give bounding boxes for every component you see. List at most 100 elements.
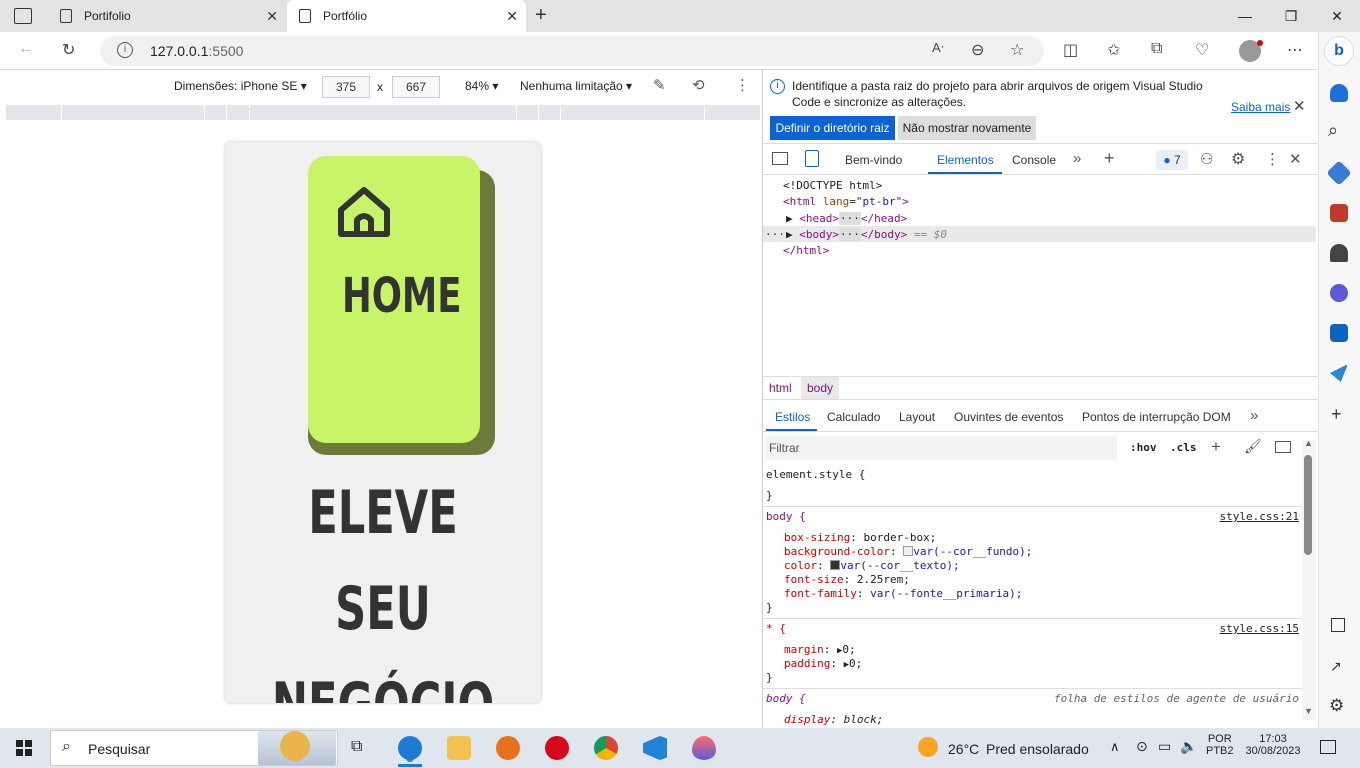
device-emulation-icon[interactable] [805, 150, 819, 167]
rotate-icon[interactable]: ⟲ [692, 76, 705, 94]
zoom-select[interactable]: 84% ▾ [465, 79, 498, 93]
bing-copilot-icon[interactable]: b [1324, 36, 1354, 66]
tab-dom-breakpoints[interactable]: Pontos de interrupção DOM [1082, 410, 1231, 424]
scroll-up-icon[interactable]: ▲ [1304, 438, 1313, 448]
tray-app-icon[interactable]: ⊙ [1136, 738, 1148, 755]
more-tabs-icon[interactable]: » [1073, 150, 1081, 167]
weather-temp[interactable]: 26°C [948, 741, 979, 757]
more-options-icon[interactable]: ⋮ [735, 76, 750, 94]
url-text[interactable]: 127.0.0.1:5500 [150, 43, 243, 59]
hov-toggle[interactable]: :hov [1130, 441, 1157, 454]
favorite-star-icon[interactable]: ☆ [1010, 40, 1024, 60]
eyedropper-icon[interactable]: ✎ [653, 76, 666, 94]
css-property[interactable]: box-sizing: border-box; [784, 531, 936, 544]
opera-icon[interactable] [545, 736, 569, 760]
devtools-more-icon[interactable]: ⋮ [1265, 150, 1280, 168]
dom-html-open[interactable]: <html lang="pt-br"> [783, 195, 909, 208]
style-source-link[interactable]: style.css:15 [1220, 622, 1299, 635]
rule-body-selector[interactable]: body { [766, 510, 806, 523]
tray-chevron-icon[interactable]: ∧ [1110, 739, 1120, 755]
refresh-icon[interactable]: ↻ [62, 40, 75, 60]
device-dimensions-select[interactable]: Dimensões: iPhone SE ▾ [174, 79, 307, 93]
clock[interactable]: 17:03 30/08/2023 [1243, 733, 1303, 757]
color-swatch[interactable] [830, 560, 841, 570]
css-property[interactable]: font-family: var(--fonte__primaria); [784, 587, 1022, 600]
close-devtools-icon[interactable]: ✕ [1289, 150, 1302, 168]
dom-body[interactable]: ▶ <body>···</body> == $0 [786, 228, 947, 241]
close-infobar-icon[interactable]: ✕ [1293, 97, 1306, 115]
tools-briefcase-icon[interactable] [1330, 204, 1348, 222]
tab-styles[interactable]: Estilos [775, 410, 810, 424]
style-source-link[interactable]: style.css:21 [1220, 510, 1299, 523]
favorites-icon[interactable]: ✩ [1107, 40, 1120, 60]
css-property[interactable]: margin: ▶0; [784, 643, 856, 656]
network-icon[interactable]: ▭ [1158, 738, 1171, 755]
tab-console[interactable]: Console [1012, 153, 1056, 167]
notifications-bell-icon[interactable] [1330, 84, 1348, 102]
devtools-settings-icon[interactable]: ⚙ [1231, 149, 1245, 169]
device-height-input[interactable]: 667 [392, 76, 440, 98]
tab-portifolio[interactable]: Portifolio ✕ [48, 0, 286, 32]
weather-text[interactable]: Pred ensolarado [986, 741, 1089, 757]
start-windows-icon[interactable] [16, 740, 32, 756]
breadcrumb-html[interactable]: html [769, 381, 792, 395]
close-tab-icon[interactable]: ✕ [266, 8, 278, 25]
tab-portfolio-active[interactable]: Portfólio ✕ [287, 0, 526, 32]
learn-more-link[interactable]: Saiba mais [1231, 100, 1290, 114]
rule-star-selector[interactable]: * { [766, 622, 786, 635]
tab-event-listeners[interactable]: Ouvintes de eventos [954, 410, 1063, 424]
office-icon[interactable] [1330, 284, 1348, 302]
paint-drop-icon[interactable] [692, 736, 716, 760]
new-rule-icon[interactable]: + [1211, 437, 1221, 457]
css-property[interactable]: padding: ▶0; [784, 657, 862, 670]
rule-ua-selector[interactable]: body { [766, 692, 806, 705]
tab-computed[interactable]: Calculado [827, 410, 880, 424]
back-icon[interactable]: ← [18, 40, 34, 58]
games-icon[interactable] [1330, 244, 1348, 262]
dom-head[interactable]: ▶ <head>···</head> [786, 212, 907, 225]
set-root-dir-button[interactable]: Definir o diretório raiz [770, 116, 895, 140]
inspect-element-icon[interactable] [772, 152, 788, 165]
sidebar-toggle-icon[interactable] [1331, 618, 1345, 632]
tab-layout[interactable]: Layout [899, 410, 935, 424]
tab-actions-icon[interactable] [14, 8, 32, 24]
css-property[interactable]: color: var(--cor__texto); [784, 559, 960, 572]
issues-badge[interactable]: ● 7 [1156, 150, 1188, 170]
scroll-down-icon[interactable]: ▼ [1304, 706, 1313, 716]
collections-icon[interactable]: ⧉ [1151, 40, 1162, 58]
settings-gear-icon[interactable]: ⚙ [1329, 696, 1344, 716]
task-view-icon[interactable]: ⧉ [351, 738, 362, 756]
new-tab-button[interactable]: + [535, 4, 547, 27]
css-property[interactable]: background-color: var(--cor__fundo); [784, 545, 1032, 558]
notification-center-icon[interactable] [1320, 740, 1336, 754]
maximize-button[interactable]: ❐ [1268, 0, 1314, 32]
split-screen-icon[interactable]: ◫ [1063, 40, 1078, 60]
tab-welcome[interactable]: Bem-vindo [845, 153, 902, 167]
sidebar-search-icon[interactable]: ⌕ [1328, 120, 1338, 141]
performance-icon[interactable]: ♡ [1195, 40, 1209, 60]
add-tab-icon[interactable]: + [1104, 148, 1115, 169]
file-explorer-icon[interactable] [447, 736, 471, 760]
throttle-select[interactable]: Nenhuma limitação ▾ [520, 79, 632, 93]
site-info-icon[interactable]: i [117, 42, 133, 58]
external-link-icon[interactable]: ↗ [1330, 658, 1342, 675]
row-more-icon[interactable]: ··· [765, 228, 785, 241]
more-style-tabs-icon[interactable]: » [1250, 407, 1258, 424]
close-tab-icon[interactable]: ✕ [506, 8, 518, 25]
connections-icon[interactable]: ⚇ [1200, 150, 1213, 168]
device-width-input[interactable]: 375 [322, 76, 370, 98]
add-sidebar-icon[interactable]: + [1331, 404, 1342, 425]
dom-html-close[interactable]: </html> [783, 244, 829, 257]
media-query-ruler[interactable] [6, 105, 760, 120]
styles-filter-input[interactable]: Filtrar [765, 436, 1117, 460]
menu-more-icon[interactable]: ⋯ [1287, 40, 1303, 60]
css-property[interactable]: font-size: 2.25rem; [784, 573, 910, 586]
toggle-sidebar-icon[interactable] [1275, 441, 1291, 453]
minimize-button[interactable]: — [1222, 0, 1268, 32]
close-window-button[interactable]: ✕ [1314, 0, 1360, 32]
outlook-icon[interactable] [1330, 324, 1348, 342]
cls-toggle[interactable]: .cls [1170, 441, 1197, 454]
breadcrumb-body[interactable]: body [801, 377, 840, 399]
scrollbar-thumb[interactable] [1304, 455, 1312, 555]
firefox-icon[interactable] [496, 736, 520, 760]
